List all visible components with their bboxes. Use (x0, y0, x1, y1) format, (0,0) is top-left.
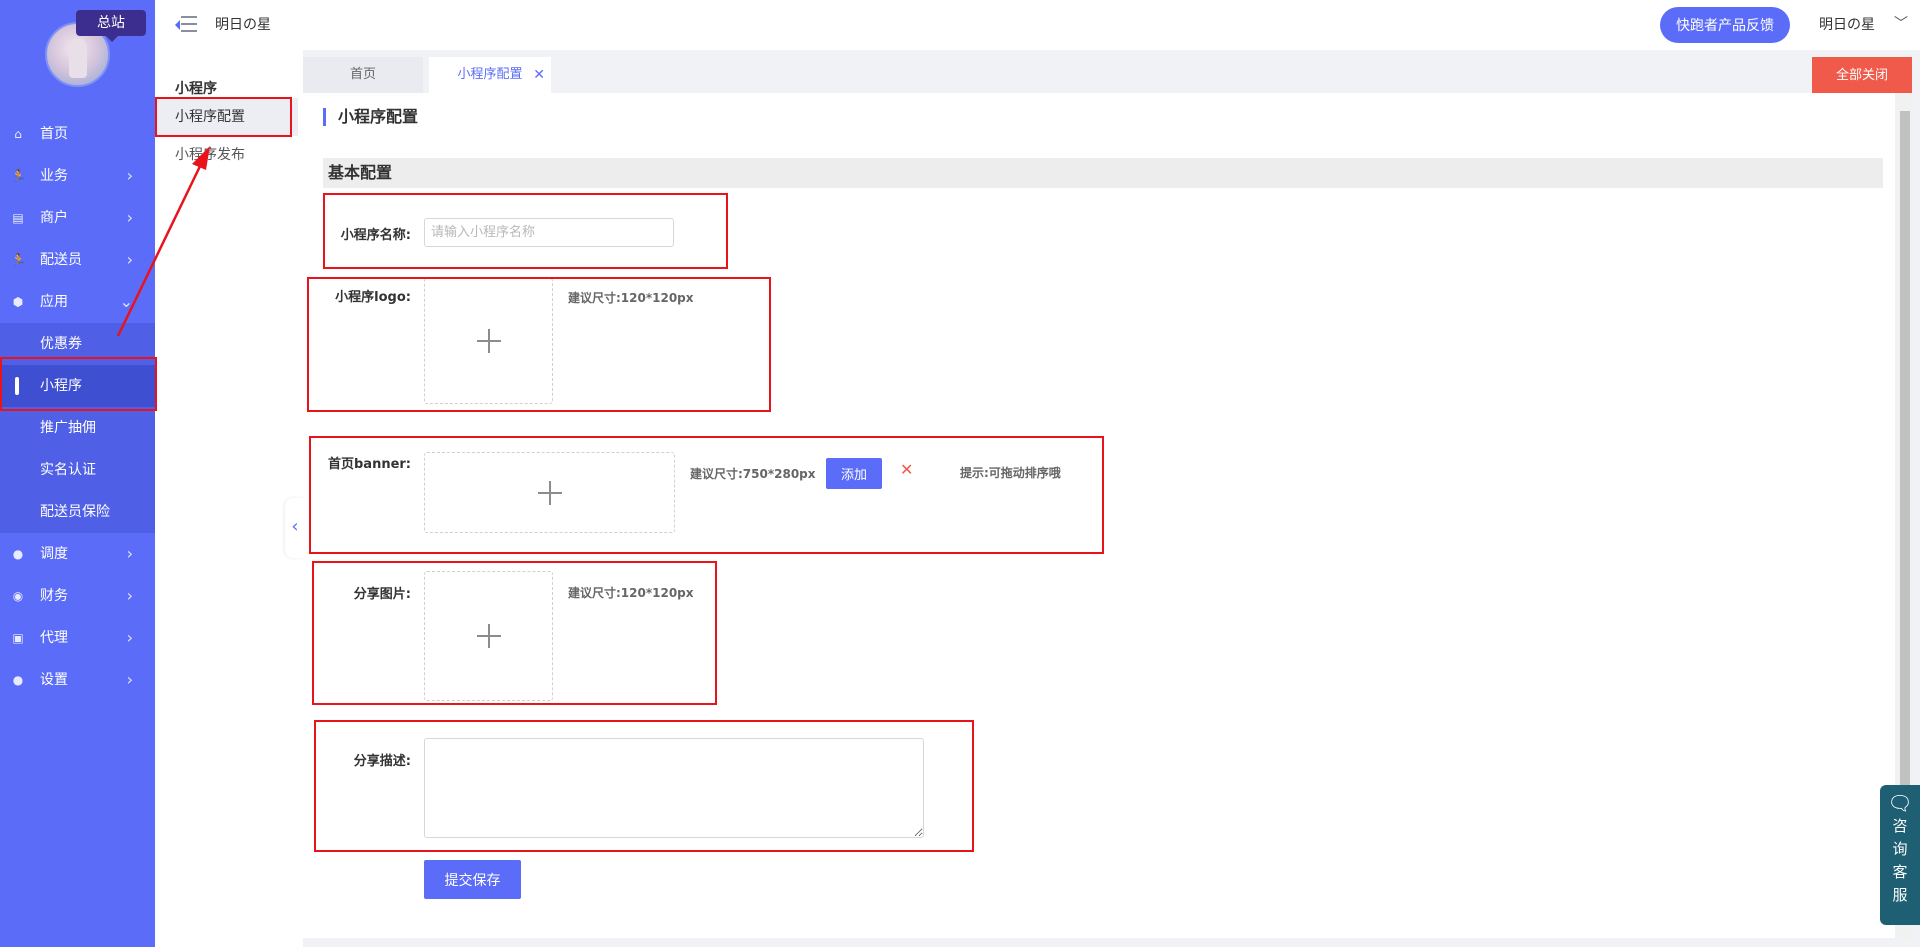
name-label: 小程序名称: (340, 228, 411, 243)
share-desc-label: 分享描述: (353, 754, 411, 769)
home-icon: ⌂ (14, 127, 22, 141)
page-tabs: 首页 小程序配置 ✕ (303, 57, 1920, 93)
chevron-right-icon: › (126, 208, 133, 227)
coin-icon: ◉ (12, 589, 24, 603)
cube-icon: ⬢ (12, 295, 24, 309)
logo-upload[interactable] (424, 278, 553, 404)
sidebar-subitem-miniprogram[interactable]: 小程序 (0, 365, 155, 407)
share-desc-textarea[interactable] (424, 738, 924, 838)
sidebar-item-label: 代理 (40, 630, 68, 646)
page-title: 小程序配置 (323, 108, 418, 126)
banner-label: 首页banner: (327, 457, 411, 472)
sidebar-item-label: 商户 (40, 210, 68, 226)
sidebar-item-agent[interactable]: ▣ 代理 › (0, 617, 155, 659)
collapse-panel-button[interactable]: ‹ (285, 498, 305, 558)
chevron-right-icon: › (126, 670, 133, 689)
banner-upload[interactable] (424, 452, 675, 533)
sidebar-menu: ⌂ 首页 🏃 业务 › ▤ 商户 › 🏃 配送员 › ⬢ 应用 ⌄ 优惠券 小程… (0, 113, 155, 701)
tab-home[interactable]: 首页 (303, 57, 423, 93)
station-badge: 总站 (76, 10, 146, 42)
consult-label: 咨询客服 (1892, 817, 1908, 904)
sidebar-item-business[interactable]: 🏃 业务 › (0, 155, 155, 197)
sidebar-subitem-commission[interactable]: 推广抽佣 (0, 407, 155, 449)
sidebar-item-label: 业务 (40, 168, 68, 184)
plus-icon (476, 624, 501, 648)
feedback-button[interactable]: 快跑者产品反馈 (1660, 7, 1790, 43)
chevron-right-icon: › (126, 544, 133, 563)
consult-widget[interactable]: 🗨 咨询客服 (1880, 785, 1920, 925)
sidebar-item-finance[interactable]: ◉ 财务 › (0, 575, 155, 617)
close-icon[interactable]: ✕ (533, 57, 545, 93)
runner-icon: 🏃 (11, 253, 26, 267)
secondary-nav-title: 小程序 (175, 81, 217, 97)
chevron-right-icon: › (126, 250, 133, 269)
sidebar-item-dispatch[interactable]: ● 调度 › (0, 533, 155, 575)
top-bar: 明日の星 快跑者产品反馈 明日の星 ﹀ (155, 0, 1920, 50)
close-all-tabs-button[interactable]: 全部关闭 (1812, 57, 1912, 93)
sidebar-item-label: 应用 (40, 294, 68, 310)
sidebar-item-label: 调度 (40, 546, 68, 562)
avatar-figure (69, 38, 87, 78)
sidebar-submenu-apps: 优惠券 小程序 推广抽佣 实名认证 配送员保险 (0, 323, 155, 533)
delete-banner-icon[interactable]: ✕ (900, 460, 913, 479)
store-icon: ▤ (12, 211, 24, 225)
sidebar-subitem-verification[interactable]: 实名认证 (0, 449, 155, 491)
sidebar-item-settings[interactable]: ● 设置 › (0, 659, 155, 701)
share-image-upload[interactable] (424, 571, 553, 701)
tab-label: 小程序配置 (457, 67, 523, 82)
sidebar-item-apps[interactable]: ⬢ 应用 ⌄ (0, 281, 155, 323)
sidebar-subitem-insurance[interactable]: 配送员保险 (0, 491, 155, 533)
sidebar-item-merchant[interactable]: ▤ 商户 › (0, 197, 155, 239)
sidebar-item-label: 财务 (40, 588, 68, 604)
scrollbar-thumb[interactable] (1900, 111, 1910, 851)
secondary-nav: 小程序 小程序配置 小程序发布 (155, 50, 303, 947)
sidebar-item-home[interactable]: ⌂ 首页 (0, 113, 155, 155)
runner-icon: 🏃 (11, 169, 26, 183)
chevron-down-icon[interactable]: ﹀ (1894, 13, 1908, 33)
sidebar-item-label: 首页 (40, 126, 68, 142)
brand-name: 明日の星 (215, 17, 271, 33)
secondary-nav-item-config[interactable]: 小程序配置 (155, 98, 298, 136)
section-title: 基本配置 (323, 158, 1883, 188)
logo-size-hint: 建议尺寸:120*120px (568, 291, 694, 305)
name-input[interactable] (424, 218, 674, 247)
chevron-right-icon: › (126, 166, 133, 185)
menu-toggle-icon[interactable] (175, 16, 197, 34)
sidebar-item-courier[interactable]: 🏃 配送员 › (0, 239, 155, 281)
chevron-right-icon: › (126, 586, 133, 605)
share-image-label: 分享图片: (353, 587, 411, 602)
banner-sort-tip: 提示:可拖动排序哦 (960, 466, 1061, 480)
chat-bubble-icon: 🗨 (1887, 791, 1913, 815)
sidebar-item-label: 配送员 (40, 252, 82, 268)
user-icon: ● (12, 673, 24, 687)
sidebar-subitem-coupon[interactable]: 优惠券 (0, 323, 155, 365)
id-card-icon: ▣ (12, 631, 24, 645)
sidebar: 总站 ⌂ 首页 🏃 业务 › ▤ 商户 › 🏃 配送员 › ⬢ 应用 ⌄ 优惠券… (0, 0, 155, 947)
add-banner-button[interactable]: 添加 (826, 458, 882, 489)
share-image-size-hint: 建议尺寸:120*120px (568, 586, 694, 600)
banner-size-hint: 建议尺寸:750*280px (690, 467, 816, 481)
tab-miniprogram-config[interactable]: 小程序配置 ✕ (429, 57, 551, 93)
menu-toggle-arrow (175, 20, 180, 30)
secondary-nav-item-publish[interactable]: 小程序发布 (155, 136, 298, 174)
chevron-down-icon: ⌄ (119, 292, 133, 311)
user-icon: ● (12, 547, 24, 561)
submit-save-button[interactable]: 提交保存 (424, 860, 521, 899)
plus-icon (537, 480, 562, 505)
sidebar-item-label: 设置 (40, 672, 68, 688)
logo-label: 小程序logo: (335, 290, 411, 305)
plus-icon (476, 329, 501, 353)
user-menu[interactable]: 明日の星 (1819, 14, 1875, 34)
chevron-right-icon: › (126, 628, 133, 647)
